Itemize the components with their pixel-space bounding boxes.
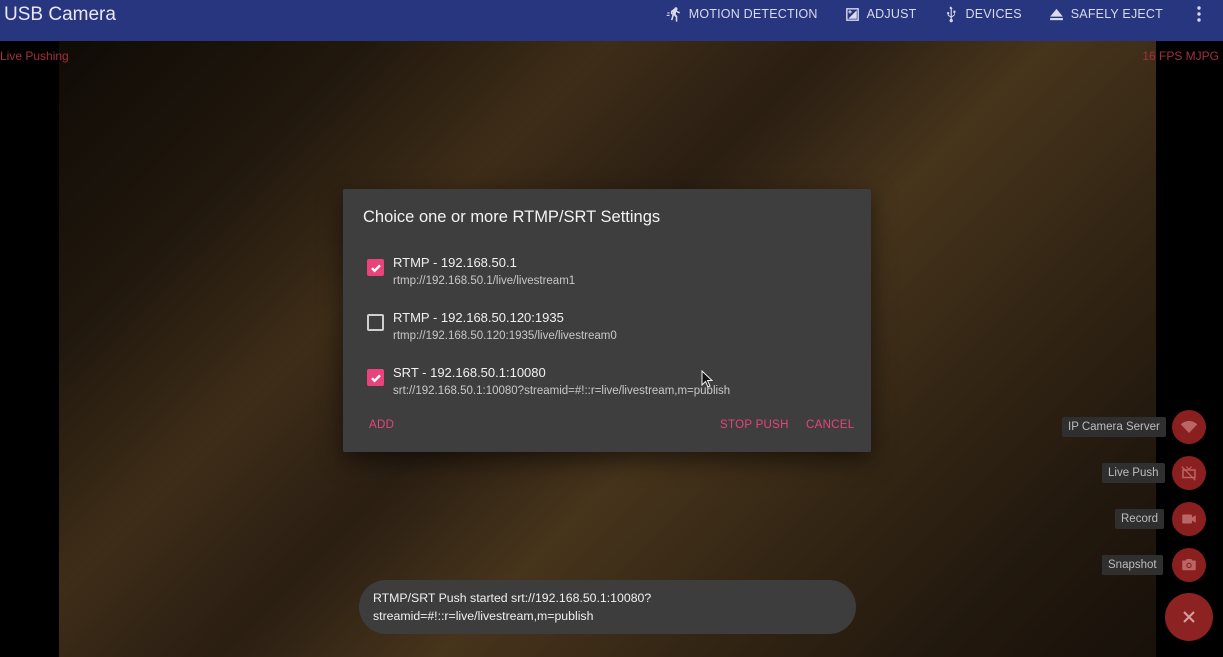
eject-icon [1049, 8, 1063, 20]
add-button[interactable]: ADD [369, 419, 394, 431]
motion-detection-button[interactable]: MOTION DETECTION [666, 6, 818, 23]
live-push-label[interactable]: Live Push [1102, 463, 1165, 483]
videocam-icon [1182, 514, 1196, 524]
record-button[interactable] [1172, 502, 1206, 536]
wifi-icon [1180, 421, 1198, 433]
app-title: USB Camera [4, 4, 116, 25]
mouse-cursor-icon [701, 370, 713, 388]
more-vert-icon [1197, 6, 1201, 22]
option-checkbox-unchecked[interactable] [367, 314, 384, 331]
cancel-button[interactable]: CANCEL [806, 419, 854, 431]
motion-icon [666, 6, 680, 22]
toast-message: RTMP/SRT Push started srt://192.168.50.1… [359, 580, 856, 634]
safely-eject-label: SAFELY EJECT [1070, 7, 1163, 21]
option-checkbox-checked[interactable] [367, 259, 384, 276]
stop-push-button[interactable]: STOP PUSH [720, 419, 789, 431]
option-rtmp-2[interactable]: RTMP - 192.168.50.120:1935 rtmp://192.16… [367, 310, 617, 344]
overflow-menu-button[interactable] [1189, 4, 1209, 24]
option-title: RTMP - 192.168.50.1 [393, 255, 517, 270]
snapshot-label[interactable]: Snapshot [1102, 555, 1163, 575]
dialog-title: Choice one or more RTMP/SRT Settings [363, 208, 661, 226]
adjust-label: ADJUST [866, 7, 917, 21]
snapshot-button[interactable] [1172, 548, 1206, 582]
app-bar: USB Camera MOTION DETECTION ADJUST DEVIC… [0, 0, 1223, 41]
fps-format-status: 16 FPS MJPG [1142, 49, 1219, 63]
record-label[interactable]: Record [1115, 509, 1165, 529]
adjust-button[interactable]: ADJUST [844, 6, 917, 23]
rtmp-srt-settings-dialog: Choice one or more RTMP/SRT Settings RTM… [343, 189, 871, 452]
motion-detection-label: MOTION DETECTION [688, 7, 818, 21]
appbar-actions: MOTION DETECTION ADJUST DEVICES SAFELY E… [666, 0, 1223, 28]
devices-button[interactable]: DEVICES [942, 6, 1022, 23]
ip-camera-server-button[interactable] [1172, 410, 1206, 444]
adjust-icon [845, 7, 859, 21]
live-tv-off-icon [1181, 466, 1196, 481]
ip-camera-server-label[interactable]: IP Camera Server [1062, 417, 1166, 437]
live-push-button[interactable] [1172, 456, 1206, 490]
option-rtmp-1[interactable]: RTMP - 192.168.50.1 rtmp://192.168.50.1/… [367, 255, 575, 289]
close-fab-button[interactable] [1165, 593, 1213, 641]
live-pushing-status: Live Pushing [0, 49, 69, 63]
option-checkbox-checked[interactable] [367, 369, 384, 386]
option-title: RTMP - 192.168.50.120:1935 [393, 310, 564, 325]
devices-label: DEVICES [965, 7, 1022, 21]
check-icon [370, 264, 381, 272]
check-icon [370, 374, 381, 382]
option-url: srt://192.168.50.1:10080?streamid=#!::r=… [393, 385, 731, 397]
option-url: rtmp://192.168.50.120:1935/live/livestre… [393, 330, 617, 342]
safely-eject-button[interactable]: SAFELY EJECT [1048, 6, 1163, 23]
close-icon [1183, 611, 1195, 623]
camera-icon [1182, 559, 1196, 571]
option-url: rtmp://192.168.50.1/live/livestream1 [393, 275, 576, 287]
option-title: SRT - 192.168.50.1:10080 [393, 365, 546, 380]
option-srt-1[interactable]: SRT - 192.168.50.1:10080 srt://192.168.5… [367, 365, 730, 399]
usb-icon [947, 6, 956, 22]
